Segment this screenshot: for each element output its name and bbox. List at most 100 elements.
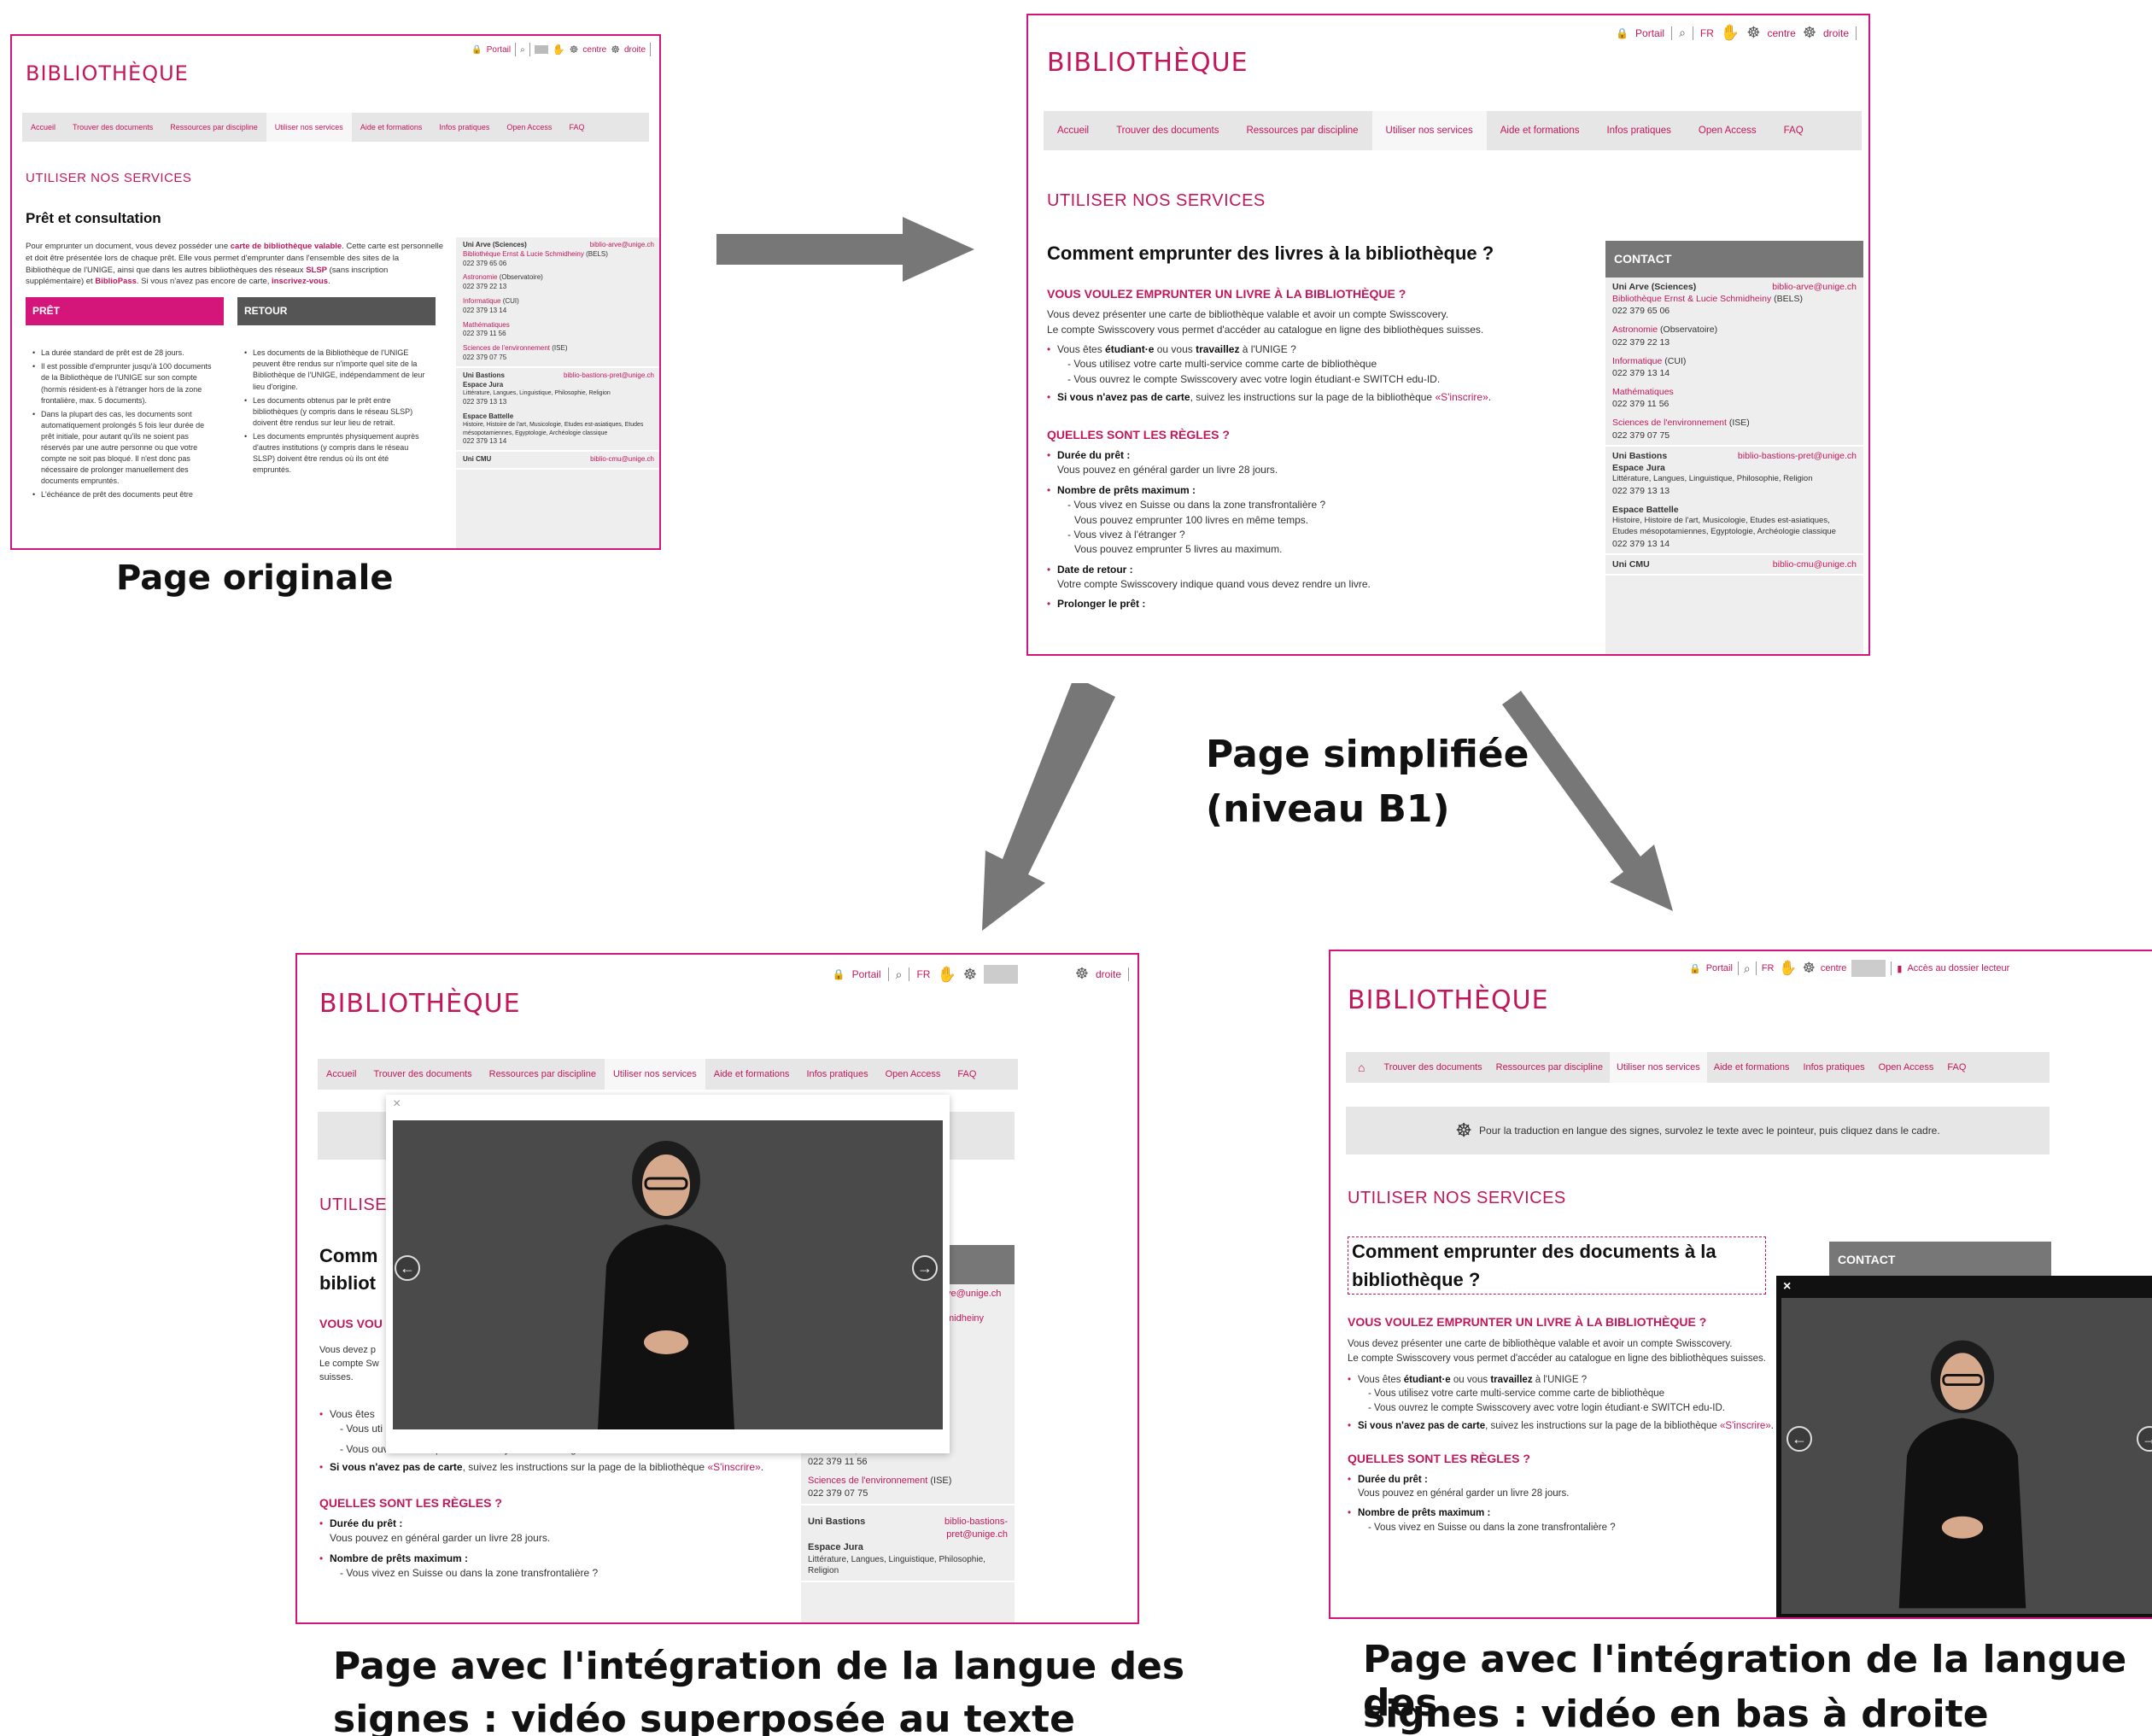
close-icon[interactable]: × [393, 1096, 401, 1112]
nav-openaccess[interactable]: Open Access [498, 123, 560, 132]
folder-icon[interactable]: ▮ [1897, 963, 1902, 974]
brand-title[interactable]: BIBLIOTHÈQUE [319, 989, 521, 1019]
droite-link[interactable]: droite [1096, 968, 1121, 980]
nav-ressources[interactable]: Ressources par discipline [1232, 126, 1371, 136]
bastions-email[interactable]: biblio-bastions-pret@unige.ch [564, 371, 654, 381]
home-icon[interactable]: ⌂ [1346, 1061, 1377, 1074]
lock-icon[interactable]: 🔒 [833, 968, 845, 980]
sign-language-video[interactable]: ← → [1781, 1298, 2152, 1614]
bastions-email[interactable]: biblio-bastions-pret@unige.ch [1738, 450, 1857, 462]
sign-language-icon[interactable]: ✋ [1779, 960, 1797, 977]
nav-trouver[interactable]: Trouver des documents [365, 1069, 480, 1079]
hands-icon[interactable]: ☸ [1746, 24, 1760, 42]
nav-accueil[interactable]: Accueil [1044, 126, 1102, 136]
portail-link[interactable]: Portail [1706, 963, 1733, 973]
arrow-right-icon[interactable]: → [2137, 1426, 2152, 1452]
nav-faq[interactable]: FAQ [949, 1069, 985, 1079]
ise-link[interactable]: Sciences de l'environnement [808, 1476, 927, 1486]
lang-link[interactable]: FR [916, 968, 930, 980]
nav-services[interactable]: Utiliser nos services [604, 1059, 705, 1090]
arrow-left-icon[interactable]: ← [395, 1255, 420, 1281]
droite-link[interactable]: droite [624, 45, 646, 55]
math-link[interactable]: Mathématiques [1612, 387, 1674, 397]
ise-link[interactable]: Sciences de l'environnement [1612, 418, 1727, 428]
cmu-email[interactable]: biblio-cmu@unige.ch [1773, 558, 1857, 570]
portail-link[interactable]: Portail [1635, 27, 1664, 39]
portail-link[interactable]: Portail [487, 45, 511, 55]
email-fragment[interactable]: ve@unige.ch [946, 1288, 1008, 1301]
centre-link[interactable]: centre [1821, 963, 1847, 973]
lock-icon[interactable]: 🔒 [471, 45, 482, 55]
nav-trouver[interactable]: Trouver des documents [64, 123, 161, 132]
hands-icon[interactable]: ☸ [570, 44, 579, 56]
nav-ressources[interactable]: Ressources par discipline [161, 123, 266, 132]
dossier-link[interactable]: Accès au dossier lecteur [1907, 963, 2009, 973]
math-link[interactable]: Mathématiques [463, 321, 510, 329]
ise-link[interactable]: Sciences de l'environnement [463, 344, 550, 352]
bels-link[interactable]: Bibliothèque Ernst & Lucie Schmidheiny [1612, 294, 1771, 304]
sign-language-icon[interactable]: ✋ [1721, 24, 1740, 42]
search-icon[interactable]: ⌕ [896, 967, 903, 982]
nav-openaccess[interactable]: Open Access [1685, 126, 1770, 136]
hands-icon[interactable]: ☸ [611, 44, 620, 56]
nav-infos[interactable]: Infos pratiques [1593, 126, 1684, 136]
nav-openaccess[interactable]: Open Access [877, 1069, 950, 1079]
register-link[interactable]: «S'inscrire» [707, 1461, 760, 1473]
centre-link[interactable]: centre [1767, 27, 1795, 39]
nav-accueil[interactable]: Accueil [318, 1069, 365, 1079]
astronomie-link[interactable]: Astronomie [463, 273, 497, 281]
sign-language-icon[interactable]: ✋ [937, 966, 956, 984]
nav-infos[interactable]: Infos pratiques [798, 1069, 876, 1079]
search-icon[interactable]: ⌕ [1744, 962, 1751, 976]
arve-email[interactable]: biblio-arve@unige.ch [1772, 281, 1857, 293]
arrow-right-icon[interactable]: → [912, 1255, 938, 1281]
nav-aide[interactable]: Aide et formations [352, 123, 431, 132]
hands-icon[interactable]: ☸ [1803, 24, 1816, 42]
brand-title[interactable]: BIBLIOTHÈQUE [1047, 48, 1249, 78]
nav-ressources[interactable]: Ressources par discipline [1489, 1062, 1610, 1073]
nav-faq[interactable]: FAQ [560, 123, 593, 132]
nav-services[interactable]: Utiliser nos services [266, 113, 352, 142]
arrow-left-icon[interactable]: ← [1787, 1426, 1812, 1452]
brand-title[interactable]: BIBLIOTHÈQUE [1348, 985, 1549, 1015]
arve-email[interactable]: biblio-arve@unige.ch [590, 241, 654, 250]
cmu-email[interactable]: biblio-cmu@unige.ch [590, 455, 654, 465]
lock-icon[interactable]: 🔒 [1689, 963, 1701, 974]
search-icon[interactable]: ⌕ [1679, 26, 1686, 40]
nav-trouver[interactable]: Trouver des documents [1377, 1062, 1488, 1073]
sign-language-video[interactable]: ← → [393, 1120, 943, 1429]
nav-aide[interactable]: Aide et formations [1487, 126, 1594, 136]
nav-infos[interactable]: Infos pratiques [430, 123, 498, 132]
close-icon[interactable]: × [1783, 1279, 1791, 1295]
bels-link[interactable]: Bibliothèque Ernst & Lucie Schmidheiny [463, 250, 584, 258]
droite-link[interactable]: droite [1823, 27, 1849, 39]
astronomie-link[interactable]: Astronomie [1612, 324, 1658, 335]
nav-accueil[interactable]: Accueil [22, 123, 64, 132]
lang-link[interactable]: FR [1762, 963, 1775, 973]
centre-link[interactable]: centre [582, 45, 606, 55]
nav-services[interactable]: Utiliser nos services [1371, 111, 1487, 150]
hands-icon[interactable]: ☸ [963, 966, 977, 984]
register-link[interactable]: inscrivez-vous [272, 277, 328, 286]
hands-icon[interactable]: ☸ [1803, 960, 1816, 977]
slsp-link[interactable]: SLSP [306, 266, 327, 275]
bastions-email[interactable]: biblio-bastions-pret@unige.ch [914, 1516, 1008, 1541]
nav-aide[interactable]: Aide et formations [1707, 1062, 1797, 1073]
nav-aide[interactable]: Aide et formations [705, 1069, 798, 1079]
search-icon[interactable]: ⌕ [520, 45, 525, 55]
lock-icon[interactable]: 🔒 [1616, 27, 1629, 39]
informatique-link[interactable]: Informatique [463, 297, 500, 305]
portail-link[interactable]: Portail [852, 968, 881, 980]
brand-title[interactable]: BIBLIOTHÈQUE [26, 61, 189, 85]
hands-icon[interactable]: ☸ [1075, 965, 1089, 983]
nav-infos[interactable]: Infos pratiques [1796, 1062, 1871, 1073]
lang-link[interactable]: FR [1700, 27, 1714, 39]
informatique-link[interactable]: Informatique [1612, 356, 1662, 366]
card-link[interactable]: carte de bibliothèque valable [231, 242, 342, 251]
register-link[interactable]: «S'inscrire» [1435, 391, 1488, 403]
nav-services[interactable]: Utiliser nos services [1609, 1052, 1707, 1083]
link-fragment[interactable]: midheiny [946, 1312, 1008, 1325]
nav-trouver[interactable]: Trouver des documents [1102, 126, 1232, 136]
nav-faq[interactable]: FAQ [1940, 1062, 1973, 1073]
sign-language-icon[interactable]: ✋ [553, 44, 565, 56]
